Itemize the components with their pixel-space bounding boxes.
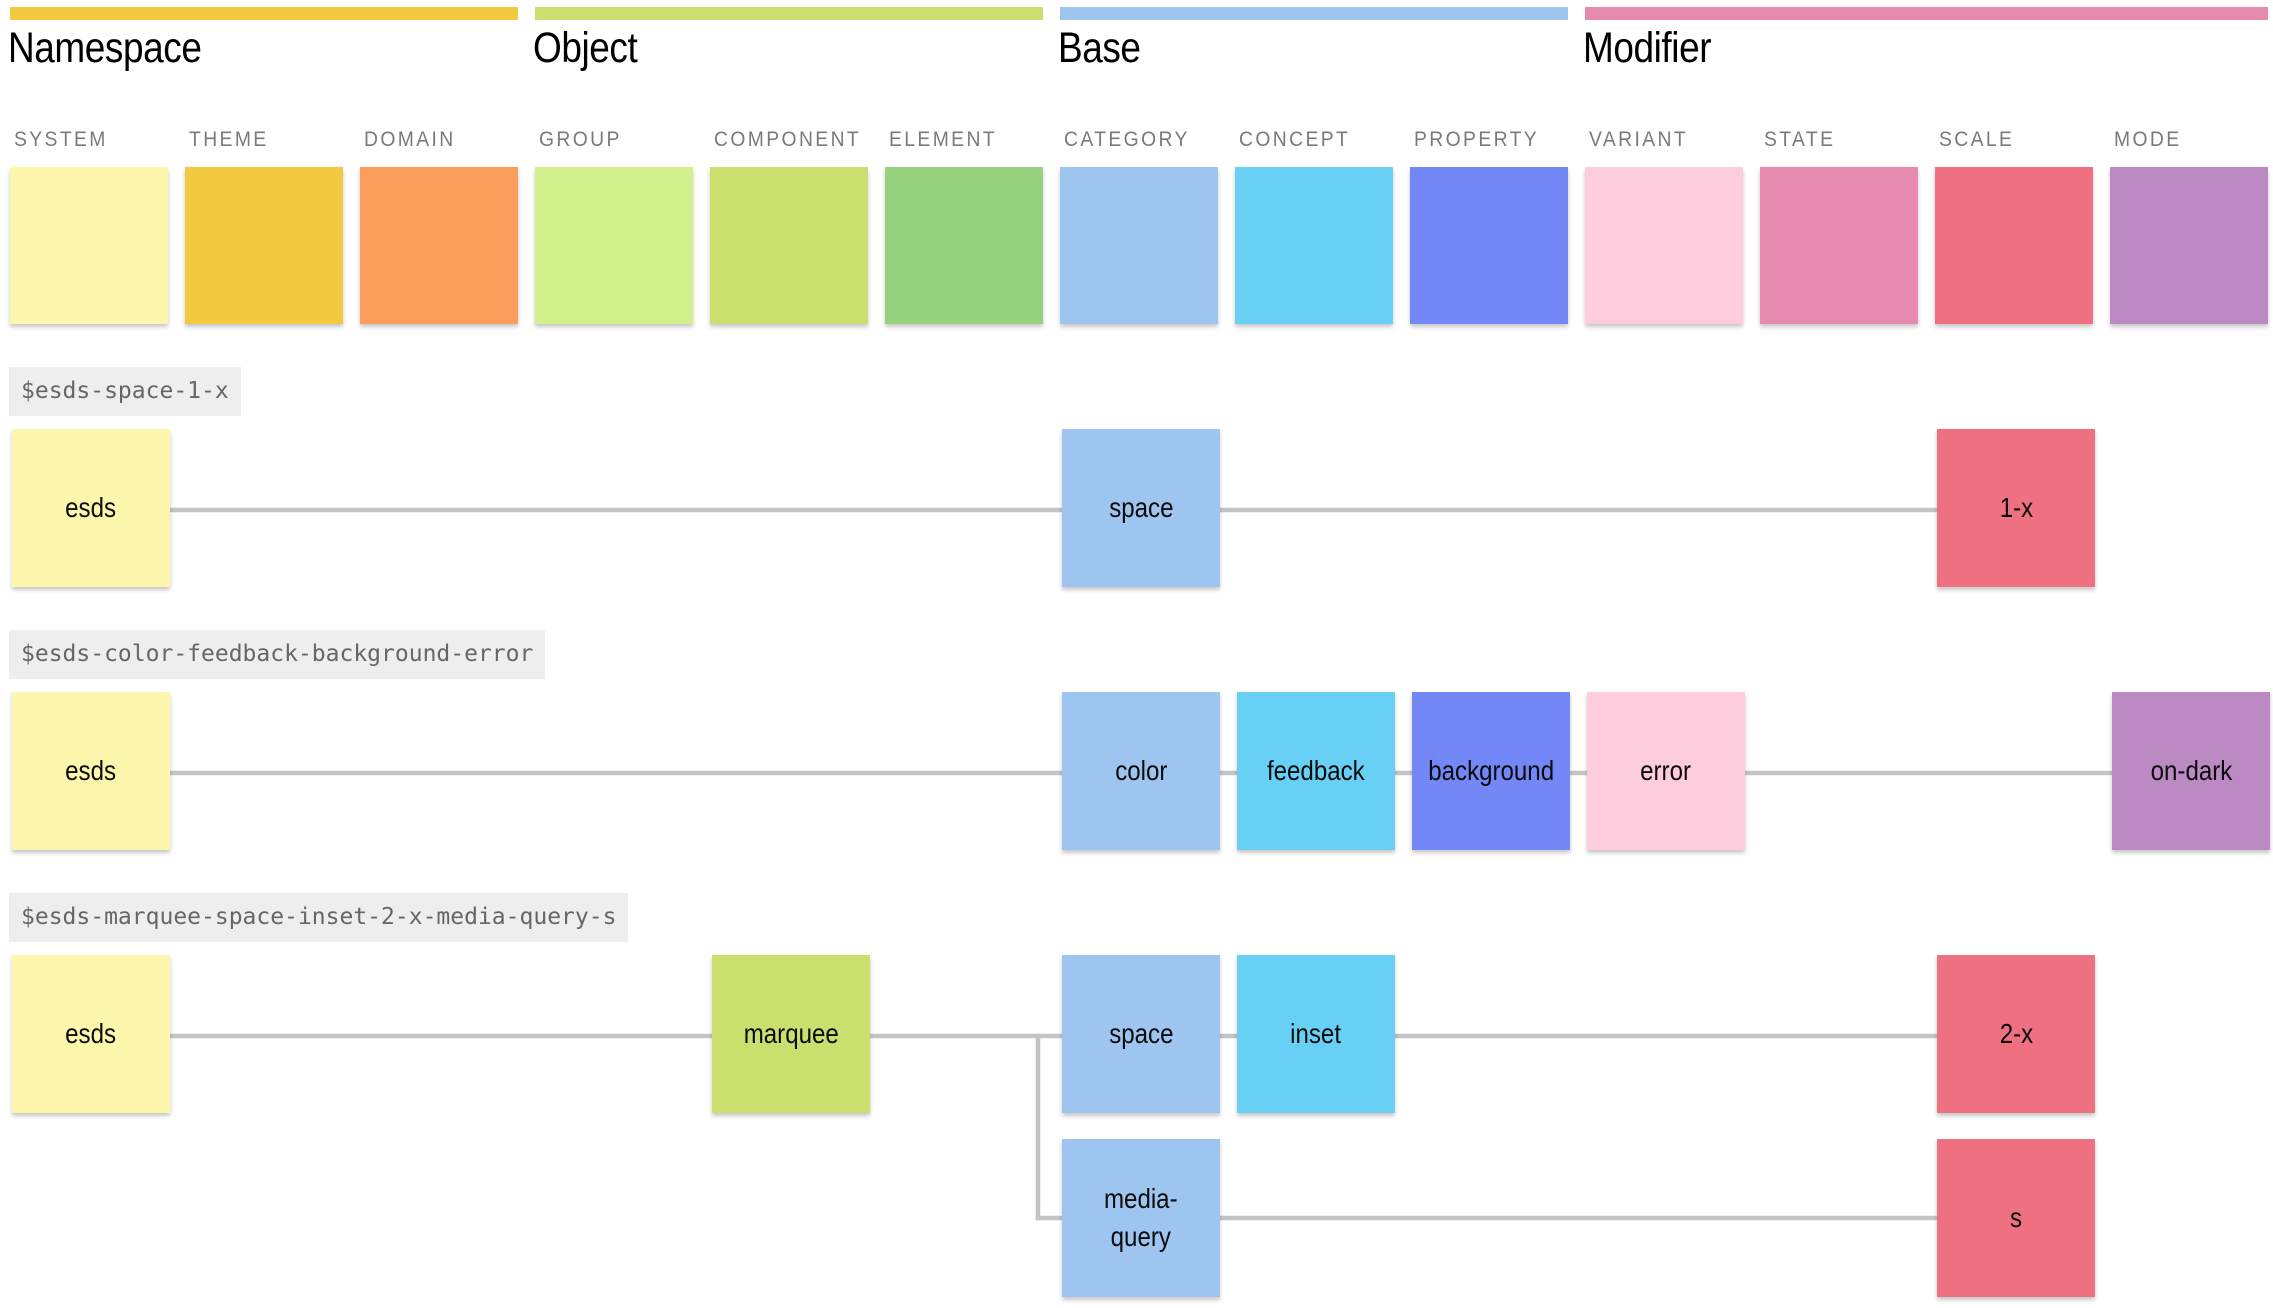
- token-part-concept: inset: [1237, 955, 1395, 1113]
- swatch-state: [1760, 167, 1918, 324]
- token-part-category: color: [1062, 692, 1220, 850]
- token-part-text: color: [1114, 755, 1168, 786]
- swatch-domain: [360, 167, 518, 324]
- token-part-system: esds: [12, 429, 170, 587]
- token-part-category: space: [1062, 955, 1220, 1113]
- column-label-component: COMPONENT: [714, 128, 862, 151]
- group-title-object: Object: [533, 24, 638, 72]
- token-name-label: $esds-space-1-x: [9, 367, 241, 416]
- token-taxonomy-diagram: Namespace SYSTEM THEME DOMAIN Object GROUP COM…: [0, 0, 2273, 1308]
- token-name-label: $esds-marquee-space-inset-2-x-media-quer…: [9, 893, 629, 942]
- swatch-group: [535, 167, 693, 324]
- token-part-system: esds: [12, 692, 170, 850]
- column-label-domain: DOMAIN: [364, 128, 456, 151]
- column-label-element: ELEMENT: [889, 128, 997, 151]
- token-part-category: space: [1062, 429, 1220, 587]
- token-part-text: background: [1428, 755, 1554, 786]
- swatch-system: [10, 167, 168, 324]
- column-label-concept: CONCEPT: [1239, 128, 1351, 151]
- token-part-property: background: [1412, 692, 1570, 850]
- column-label-theme: THEME: [189, 128, 269, 151]
- group-bar-base: [1060, 7, 1568, 20]
- token-part-text: s: [2009, 1202, 2023, 1233]
- token-part-text: on-dark: [2150, 755, 2232, 786]
- token-part-text: 2-x: [1999, 1018, 2033, 1049]
- column-label-state: STATE: [1764, 128, 1836, 151]
- token-part-component: marquee: [712, 955, 870, 1113]
- token-part-scale: 2-x: [1937, 955, 2095, 1113]
- column-label-category: CATEGORY: [1064, 128, 1190, 151]
- swatch-concept: [1235, 167, 1393, 324]
- group-bar-modifier: [1585, 7, 2268, 20]
- token-part-text: inset: [1290, 1018, 1342, 1049]
- token-part-text: space: [1108, 1018, 1174, 1049]
- token-part-variant: error: [1587, 692, 1745, 850]
- swatch-theme: [185, 167, 343, 324]
- group-title-modifier: Modifier: [1583, 24, 1712, 72]
- token-part-text: marquee: [743, 1018, 839, 1049]
- token-part-text: 1-x: [1999, 492, 2033, 523]
- token-part-scale: s: [1937, 1139, 2095, 1297]
- swatch-category: [1060, 167, 1218, 324]
- token-part-scale: 1-x: [1937, 429, 2095, 587]
- column-label-variant: VARIANT: [1589, 128, 1689, 151]
- token-part-text: error: [1640, 755, 1692, 786]
- token-part-mode: on-dark: [2112, 692, 2270, 850]
- token-part-text: esds: [65, 755, 117, 786]
- token-part-category: media- query: [1062, 1139, 1220, 1297]
- swatch-property: [1410, 167, 1568, 324]
- group-title-namespace: Namespace: [8, 24, 202, 72]
- token-part-text: space: [1108, 492, 1174, 523]
- column-label-scale: SCALE: [1939, 128, 2015, 151]
- swatch-scale: [1935, 167, 2093, 324]
- token-part-text: esds: [65, 1018, 117, 1049]
- swatch-element: [885, 167, 1043, 324]
- token-part-text: esds: [65, 492, 117, 523]
- column-label-group: GROUP: [539, 128, 622, 151]
- swatch-component: [710, 167, 868, 324]
- token-part-concept: feedback: [1237, 692, 1395, 850]
- column-label-system: SYSTEM: [14, 128, 108, 151]
- token-part-text: feedback: [1267, 755, 1365, 786]
- token-name-label: $esds-color-feedback-background-error: [9, 630, 546, 679]
- group-title-base: Base: [1058, 24, 1141, 72]
- swatch-variant: [1585, 167, 1743, 324]
- column-label-mode: MODE: [2114, 128, 2182, 151]
- column-label-property: PROPERTY: [1414, 128, 1540, 151]
- group-bar-object: [535, 7, 1043, 20]
- swatch-mode: [2110, 167, 2268, 324]
- token-part-system: esds: [12, 955, 170, 1113]
- token-part-text: media- query: [1104, 1183, 1178, 1252]
- group-bar-namespace: [10, 7, 518, 20]
